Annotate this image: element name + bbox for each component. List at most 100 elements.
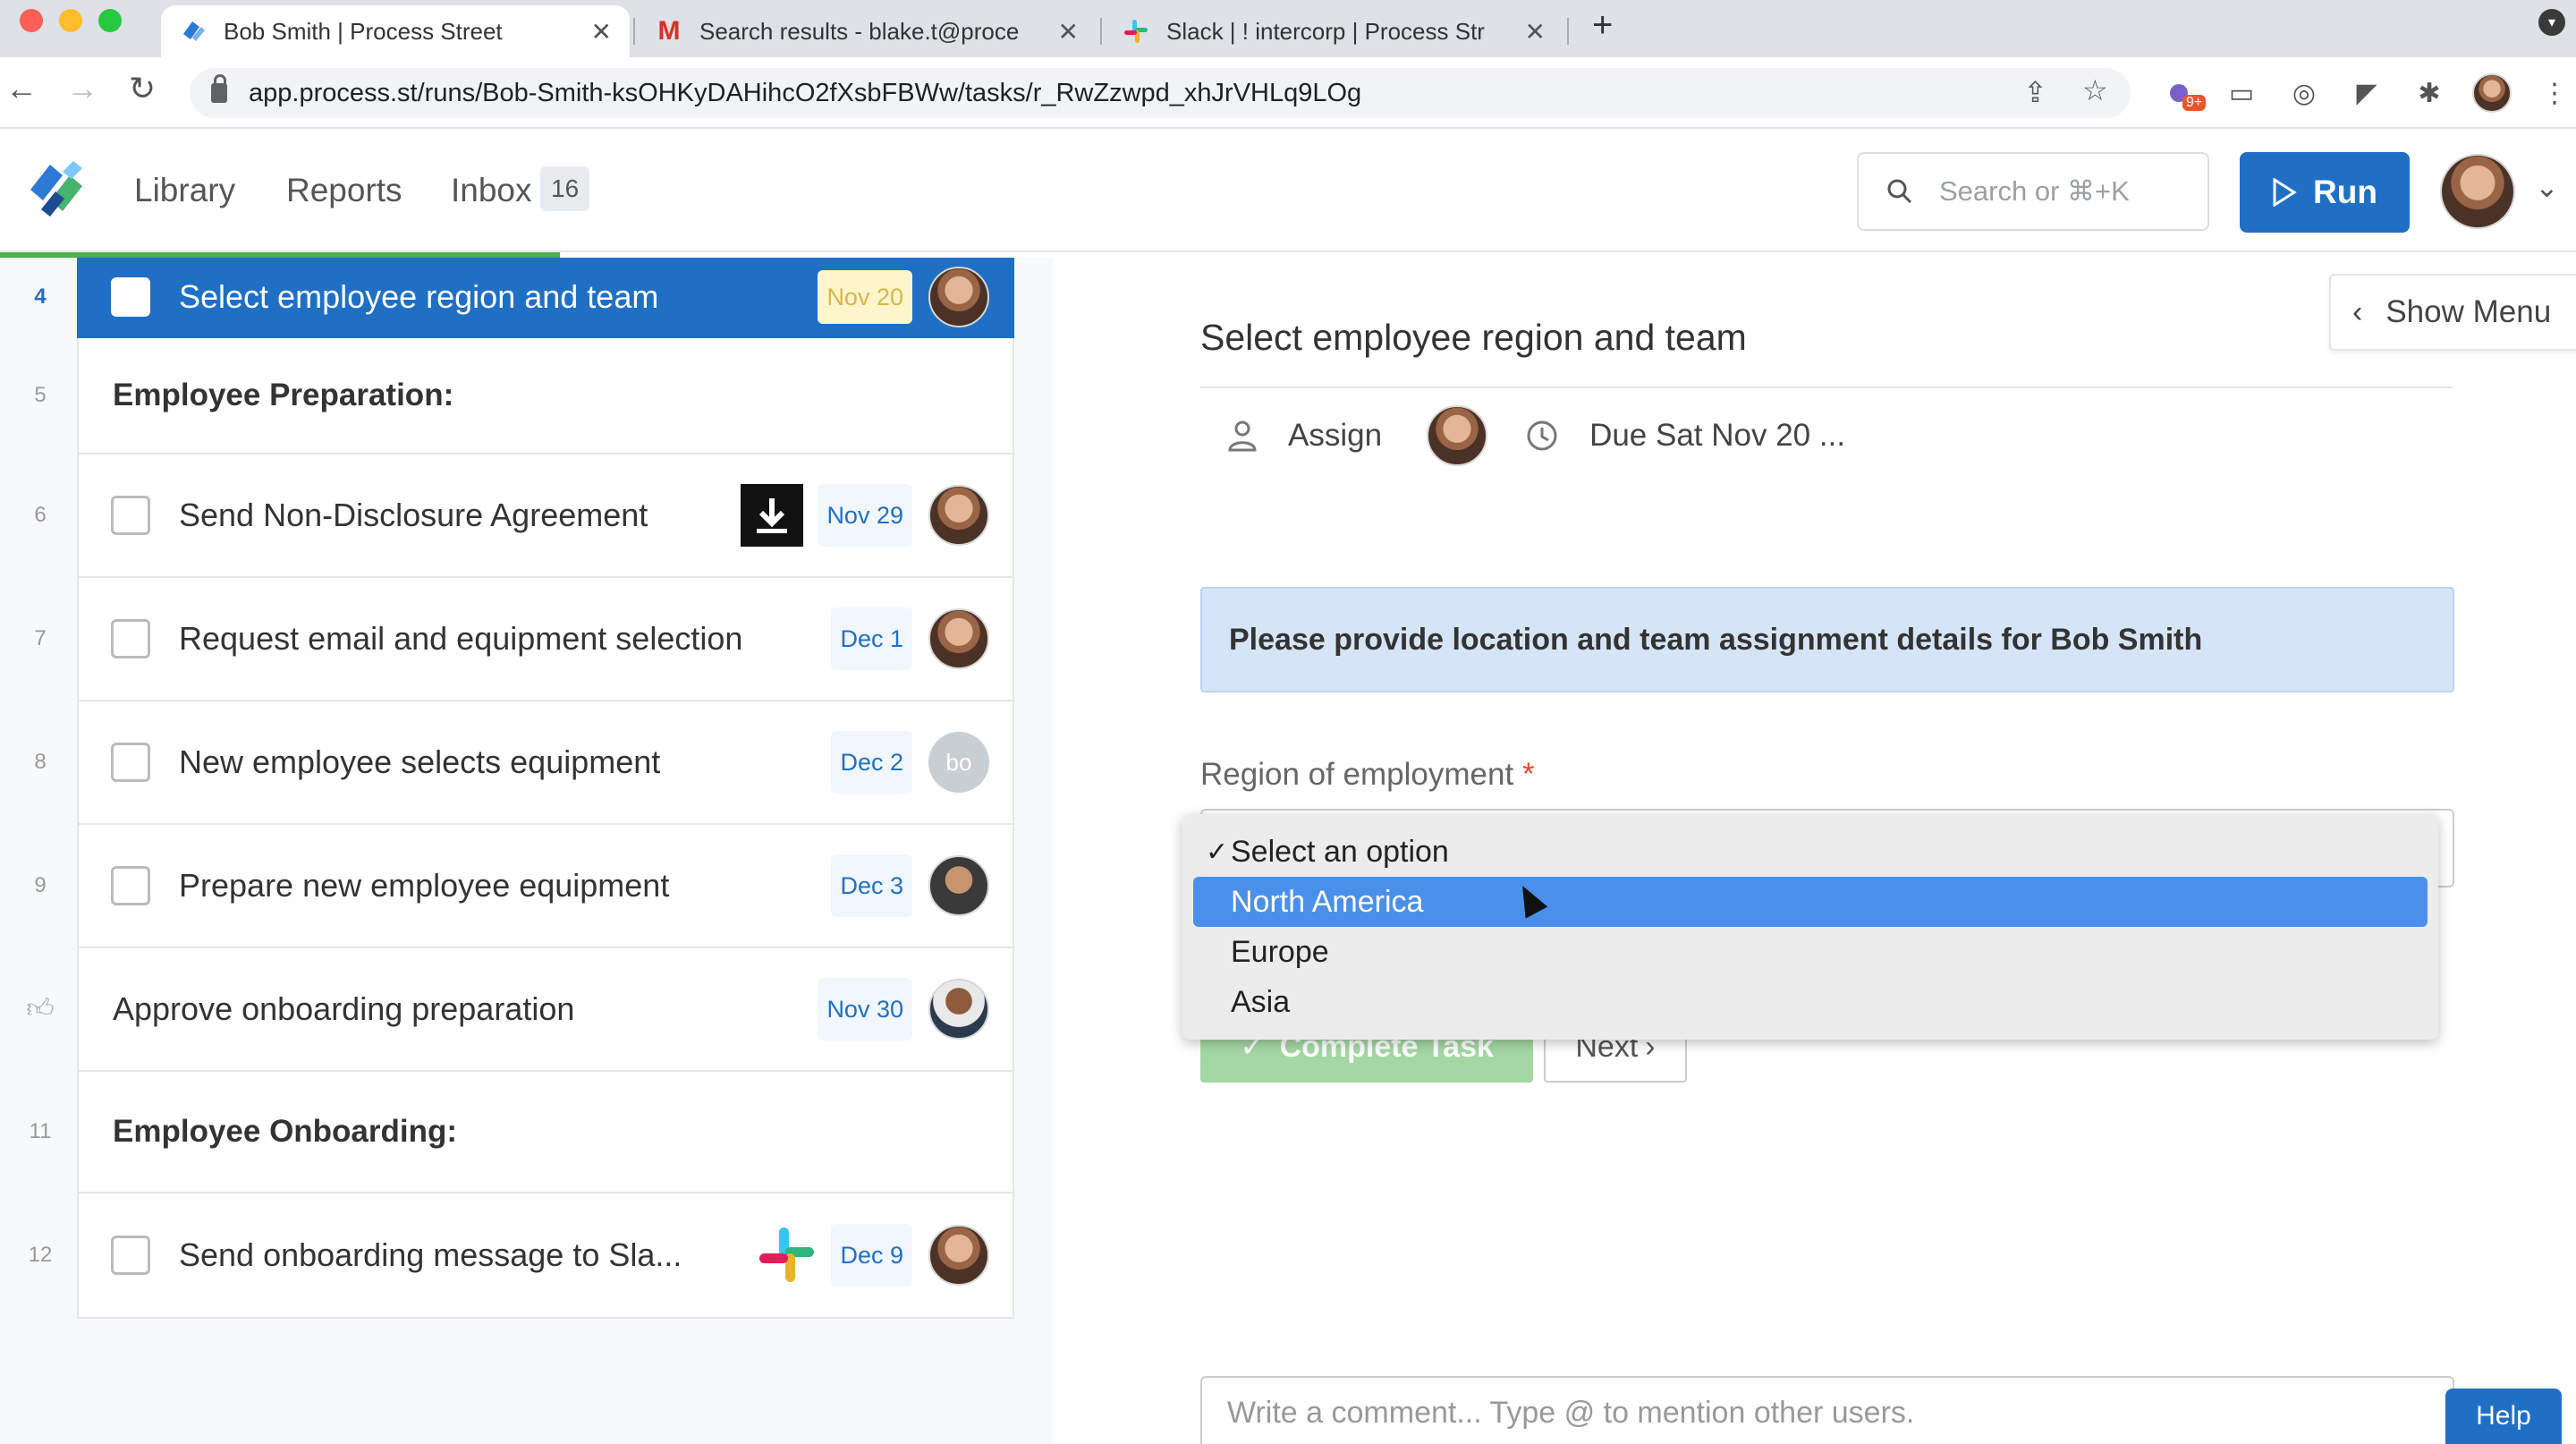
clock-icon — [1527, 420, 1557, 451]
close-tab-icon[interactable]: ✕ — [1058, 17, 1079, 47]
assignee-avatar[interactable] — [928, 608, 989, 669]
due-date-badge[interactable]: Dec 1 — [831, 607, 912, 670]
close-tab-icon[interactable]: ✕ — [591, 17, 612, 47]
browser-tab-gmail[interactable]: M Search results - blake.t@proce ✕ — [637, 5, 1097, 57]
task-number: 9 — [34, 873, 47, 897]
slack-icon[interactable] — [756, 1224, 818, 1287]
task-checkbox[interactable] — [111, 866, 150, 905]
assignee-avatar[interactable] — [928, 979, 989, 1040]
approval-task-row[interactable]: 👍︎ Approve onboarding preparation Nov 30 — [26, 948, 1014, 1072]
download-icon[interactable] — [741, 484, 804, 547]
option-north-america[interactable]: North America — [1193, 877, 2428, 927]
show-menu-button[interactable]: ‹ Show Menu — [2329, 274, 2576, 351]
profile-avatar[interactable] — [2472, 73, 2512, 113]
task-label: Send onboarding message to Sla... — [179, 1236, 682, 1273]
password-manager-icon[interactable]: ◎ — [2286, 75, 2322, 111]
extension-icon-puzzle-badge[interactable]: 9+ — [2161, 75, 2207, 111]
global-search-input[interactable]: Search or ⌘+K — [1857, 152, 2209, 231]
task-checkbox[interactable] — [111, 743, 150, 782]
run-button[interactable]: Run — [2240, 152, 2410, 233]
task-label: Prepare new employee equipment — [179, 867, 670, 904]
browser-tab-process-street[interactable]: Bob Smith | Process Street ✕ — [161, 5, 630, 57]
minimize-window-button[interactable] — [59, 9, 82, 32]
task-checkbox[interactable] — [111, 1236, 150, 1275]
divider — [1200, 386, 2453, 388]
lock-icon — [211, 74, 227, 103]
option-europe[interactable]: Europe — [1193, 927, 2428, 977]
gmail-icon: M — [657, 16, 681, 46]
search-icon — [1887, 179, 1912, 204]
search-placeholder: Search or ⌘+K — [1939, 175, 2130, 207]
browser-tab-bar: Bob Smith | Process Street ✕ M Search re… — [0, 0, 2576, 57]
reload-icon[interactable]: ↻ — [129, 70, 156, 107]
task-checkbox[interactable] — [111, 496, 150, 535]
user-menu-chevron-down-icon[interactable]: ⌄ — [2535, 170, 2559, 204]
nav-reports[interactable]: Reports — [286, 172, 402, 209]
assign-button[interactable]: Assign — [1288, 418, 1382, 454]
share-icon[interactable]: ⇪ — [2023, 75, 2047, 109]
nav-inbox[interactable]: Inbox — [451, 172, 532, 209]
task-heading-row[interactable]: 5 Employee Preparation: — [34, 338, 1014, 454]
tab-title: Bob Smith | Process Street — [224, 17, 503, 45]
due-date-badge[interactable]: Nov 30 — [818, 978, 912, 1041]
back-arrow-icon[interactable]: ← — [5, 70, 38, 107]
task-checkbox[interactable] — [111, 277, 150, 317]
extensions-puzzle-icon[interactable]: ✱ — [2411, 75, 2447, 111]
process-street-logo[interactable] — [23, 159, 89, 218]
help-button[interactable]: Help — [2445, 1389, 2562, 1444]
nav-library[interactable]: Library — [134, 172, 235, 209]
task-number: 5 — [34, 383, 47, 407]
task-row[interactable]: 12 Send onboarding message to Sla... Dec… — [29, 1193, 1014, 1319]
assignee-avatar[interactable] — [928, 1225, 989, 1286]
due-date-button[interactable]: Due Sat Nov 20 ... — [1589, 418, 1845, 454]
task-label: Request email and equipment selection — [179, 620, 743, 657]
task-checkbox[interactable] — [111, 619, 150, 658]
task-row[interactable]: 8 New employee selects equipment Dec 2 b… — [34, 701, 1014, 825]
pin-extension-icon[interactable]: ◤ — [2349, 75, 2385, 111]
assignee-avatar[interactable] — [928, 267, 989, 327]
assignee-avatar[interactable] — [1427, 405, 1488, 466]
forward-arrow-icon[interactable]: → — [66, 70, 98, 107]
task-row[interactable]: 7 Request email and equipment selection … — [34, 578, 1014, 701]
assignee-avatar[interactable]: bo — [928, 732, 989, 793]
task-row[interactable]: 6 Send Non-Disclosure Agreement Nov 29 — [34, 454, 1014, 578]
option-label: North America — [1231, 884, 1424, 919]
task-label: Approve onboarding preparation — [113, 990, 575, 1027]
option-label: Asia — [1231, 984, 1291, 1019]
address-bar[interactable]: app.process.st/runs/Bob-Smith-ksOHKyDAHi… — [190, 68, 2131, 118]
new-tab-plus-icon[interactable]: + — [1592, 5, 1613, 46]
browser-menu-kebab-icon[interactable]: ⋮ — [2537, 75, 2572, 111]
user-avatar[interactable] — [2440, 154, 2515, 229]
comment-input[interactable]: Write a comment... Type @ to mention oth… — [1200, 1376, 2454, 1444]
browser-tab-slack[interactable]: Slack | ! intercorp | Process Str ✕ — [1104, 5, 1563, 57]
task-label: Select employee region and team — [179, 278, 659, 315]
checkmark-icon: ✓ — [1206, 837, 1229, 867]
close-tab-icon[interactable]: ✕ — [1525, 17, 1546, 47]
task-row-active[interactable]: 4 Select employee region and team Nov 20 — [34, 258, 1014, 338]
tab-separator — [1100, 18, 1102, 45]
url-text: app.process.st/runs/Bob-Smith-ksOHKyDAHi… — [249, 78, 1362, 107]
tab-search-chevron-icon[interactable]: ▾ — [2538, 9, 2565, 36]
close-window-button[interactable] — [20, 9, 43, 32]
due-date-badge[interactable]: Nov 20 — [818, 270, 912, 324]
task-number: 8 — [34, 750, 47, 774]
tab-title: Search results - blake.t@proce — [699, 17, 1020, 45]
task-heading-row[interactable]: 11 Employee Onboarding: — [30, 1072, 1014, 1193]
task-instructions: Please provide location and team assignm… — [1200, 587, 2454, 692]
option-select-an-option[interactable]: ✓ Select an option — [1193, 827, 2428, 877]
option-asia[interactable]: Asia — [1193, 977, 2428, 1027]
screen-capture-icon[interactable]: ▭ — [2224, 75, 2259, 111]
due-date-badge[interactable]: Dec 9 — [831, 1224, 912, 1287]
due-date-badge[interactable]: Nov 29 — [818, 484, 912, 547]
assignee-avatar[interactable] — [928, 855, 989, 916]
due-date-badge[interactable]: Dec 3 — [831, 854, 912, 917]
task-row[interactable]: 9 Prepare new employee equipment Dec 3 — [34, 825, 1014, 948]
bookmark-star-icon[interactable]: ☆ — [2082, 73, 2108, 107]
maximize-window-button[interactable] — [98, 9, 122, 32]
option-label: Select an option — [1231, 834, 1449, 869]
browser-toolbar: ← → ↻ app.process.st/runs/Bob-Smith-ksOH… — [0, 57, 2576, 129]
task-list-panel: 4 Select employee region and team Nov 20… — [0, 258, 1054, 1444]
region-options-dropdown: ✓ Select an option North America Europe … — [1182, 814, 2438, 1040]
due-date-badge[interactable]: Dec 2 — [831, 731, 912, 794]
assignee-avatar[interactable] — [928, 485, 989, 546]
